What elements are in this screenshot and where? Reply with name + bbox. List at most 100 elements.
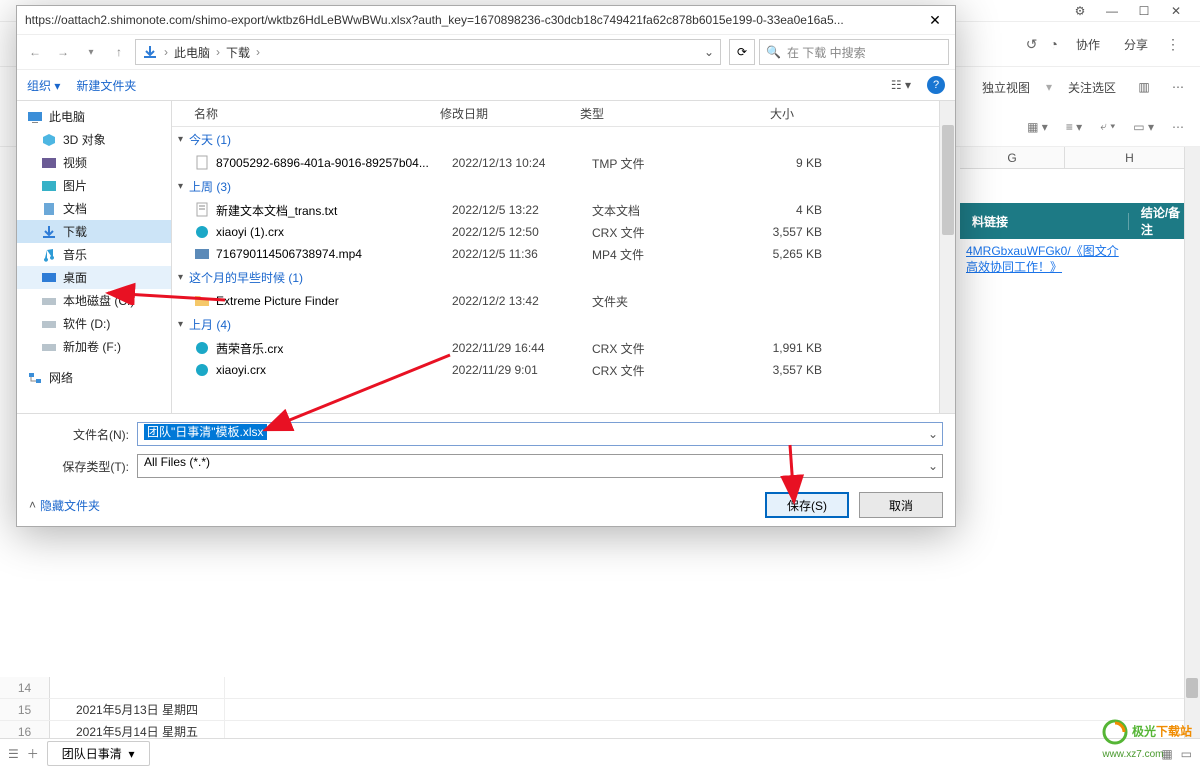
settings-icon[interactable]: ⚙ — [1064, 2, 1096, 20]
link-cell[interactable]: 4MRGbxauWFGk0/《图文介高效协同工作！》 — [960, 239, 1200, 279]
organize-button[interactable]: 组织 ▾ — [27, 77, 60, 94]
sidebar-item-3d[interactable]: 3D 对象 — [17, 128, 171, 151]
crumb-pc[interactable]: 此电脑 — [174, 44, 210, 61]
col-size[interactable]: 大小 — [702, 105, 802, 122]
sidebar-item-documents[interactable]: 文档 — [17, 197, 171, 220]
view-mode-button[interactable]: 独立视图 — [982, 79, 1030, 96]
list-scrollbar[interactable] — [939, 101, 955, 413]
date-cell[interactable] — [50, 677, 225, 698]
chevron-up-icon[interactable]: ˄ — [29, 498, 36, 512]
maximize-icon[interactable]: ☐ — [1128, 2, 1160, 20]
col-type[interactable]: 类型 — [572, 105, 702, 122]
up-icon[interactable]: ↑ — [107, 40, 131, 64]
col-g[interactable]: G — [960, 147, 1065, 168]
file-row[interactable]: 新建文本文档_trans.txt2022/12/5 13:22文本文档4 KB — [172, 199, 943, 221]
edge-icon — [194, 224, 212, 240]
group-today[interactable]: 今天 (1) — [172, 127, 943, 152]
video-icon — [41, 156, 57, 170]
breadcrumb[interactable]: › 此电脑 › 下载 › ⌄ — [135, 39, 721, 65]
wrap-icon[interactable]: ⤶ ▾ — [1100, 119, 1115, 134]
merge-icon[interactable]: ▭ ▾ — [1133, 120, 1154, 134]
back-icon[interactable]: ← — [23, 40, 47, 64]
table-row[interactable]: 162021年5月14日 星期五 — [0, 721, 1200, 738]
search-input[interactable]: 🔍 在 下载 中搜索 — [759, 39, 949, 65]
crumb-downloads[interactable]: 下载 — [226, 44, 250, 61]
file-row[interactable]: 茜荣音乐.crx2022/11/29 16:44CRX 文件1,991 KB — [172, 337, 943, 359]
align-icon[interactable]: ≡ ▾ — [1066, 120, 1082, 134]
history-icon[interactable]: ↺ — [1022, 32, 1042, 57]
menu-icon[interactable]: ☰ — [8, 747, 19, 761]
chevron-down-icon[interactable]: ⌄ — [928, 427, 938, 441]
panel-icon[interactable]: ▥ — [1132, 80, 1156, 94]
sidebar-item-music[interactable]: 音乐 — [17, 243, 171, 266]
collab-button[interactable]: 协作 — [1066, 32, 1110, 57]
more-icon[interactable]: ⋮ — [1162, 32, 1184, 57]
border-icon[interactable]: ▦ ▾ — [1027, 120, 1048, 134]
share-button[interactable]: 分享 — [1114, 32, 1158, 57]
close-icon[interactable]: ✕ — [923, 12, 947, 29]
col-name[interactable]: 名称 — [172, 105, 432, 122]
help-icon[interactable]: ? — [927, 76, 945, 94]
sheet-tab[interactable]: 团队日事清 ▾ — [47, 741, 150, 766]
dialog-nav: ← → ▾ ↑ › 此电脑 › 下载 › ⌄ ⟳ 🔍 在 下载 中搜索 — [17, 34, 955, 70]
close-window-icon[interactable]: ✕ — [1160, 2, 1192, 20]
sidebar-item-desktop[interactable]: 桌面 — [17, 266, 171, 289]
row-number[interactable]: 14 — [0, 677, 50, 698]
vertical-scrollbar[interactable] — [1184, 147, 1200, 738]
row-number[interactable]: 15 — [0, 699, 50, 720]
refresh-icon[interactable]: ⟳ — [729, 39, 755, 65]
sidebar-item-video[interactable]: 视频 — [17, 151, 171, 174]
table-row[interactable]: 152021年5月13日 星期四 — [0, 699, 1200, 721]
download-icon — [41, 225, 57, 239]
recent-icon[interactable]: ▾ — [79, 40, 103, 64]
new-folder-button[interactable]: 新建文件夹 — [76, 77, 136, 94]
group-lastmonth[interactable]: 上月 (4) — [172, 312, 943, 337]
network-icon — [27, 371, 43, 385]
file-icon — [194, 155, 212, 171]
clock-icon[interactable]: ◔ — [1046, 32, 1062, 56]
group-lastweek[interactable]: 上周 (3) — [172, 174, 943, 199]
header-row: 料链接 结论/备注 4MRGbxauWFGk0/《图文介高效协同工作！》 — [960, 203, 1200, 279]
column-headers: G H — [960, 147, 1200, 169]
filename-input[interactable]: 团队"日事清"模板.xlsx ⌄ — [137, 422, 943, 446]
sidebar-item-network[interactable]: 网络 — [17, 366, 171, 389]
save-dialog: https://oattach2.shimonote.com/shimo-exp… — [16, 5, 956, 527]
filetype-select[interactable]: All Files (*.*) ⌄ — [137, 454, 943, 478]
dots-icon[interactable]: ⋯ — [1172, 80, 1184, 94]
file-row[interactable]: xiaoyi.crx2022/11/29 9:01CRX 文件3,557 KB — [172, 359, 943, 381]
save-button[interactable]: 保存(S) — [765, 492, 849, 518]
filetype-value: All Files (*.*) — [144, 455, 210, 469]
table-row[interactable]: 14 — [0, 677, 1200, 699]
forward-icon[interactable]: → — [51, 40, 75, 64]
minimize-icon[interactable]: — — [1096, 2, 1128, 20]
overflow-icon[interactable]: ⋯ — [1172, 120, 1184, 134]
chevron-down-icon[interactable]: ⌄ — [928, 459, 938, 473]
sidebar-item-fdisk[interactable]: 新加卷 (F:) — [17, 335, 171, 358]
sidebar-item-cdisk[interactable]: 本地磁盘 (C:) — [17, 289, 171, 312]
text-file-icon — [194, 202, 212, 218]
date-cell[interactable]: 2021年5月14日 星期五 — [50, 721, 225, 738]
crumb-dropdown-icon[interactable]: ⌄ — [704, 45, 714, 59]
focus-button[interactable]: 关注选区 — [1068, 79, 1116, 96]
dialog-footer: 文件名(N): 团队"日事清"模板.xlsx ⌄ 保存类型(T): All Fi… — [17, 413, 955, 490]
hide-folders-link[interactable]: 隐藏文件夹 — [40, 497, 100, 514]
edge-icon — [194, 362, 212, 378]
sidebar-item-pc[interactable]: 此电脑 — [17, 105, 171, 128]
filename-value: 团队"日事清"模板.xlsx — [144, 424, 267, 440]
view-options-icon[interactable]: ☷ ▾ — [891, 78, 911, 92]
add-tab-icon[interactable]: ＋ — [27, 745, 39, 762]
file-row[interactable]: xiaoyi (1).crx2022/12/5 12:50CRX 文件3,557… — [172, 221, 943, 243]
date-cell[interactable]: 2021年5月13日 星期四 — [50, 699, 225, 720]
col-h[interactable]: H — [1065, 147, 1195, 168]
cancel-button[interactable]: 取消 — [859, 492, 943, 518]
file-row[interactable]: 716790114506738974.mp42022/12/5 11:36MP4… — [172, 243, 943, 265]
watermark: 极光下载站 www.xz7.com — [1102, 719, 1192, 760]
row-number[interactable]: 16 — [0, 721, 50, 738]
sidebar-item-ddisk[interactable]: 软件 (D:) — [17, 312, 171, 335]
file-row[interactable]: Extreme Picture Finder2022/12/2 13:42文件夹 — [172, 290, 943, 312]
col-date[interactable]: 修改日期 — [432, 105, 572, 122]
file-row[interactable]: 87005292-6896-401a-9016-89257b04...2022/… — [172, 152, 943, 174]
group-earlier[interactable]: 这个月的早些时候 (1) — [172, 265, 943, 290]
sidebar-item-downloads[interactable]: 下载 — [17, 220, 171, 243]
sidebar-item-pictures[interactable]: 图片 — [17, 174, 171, 197]
